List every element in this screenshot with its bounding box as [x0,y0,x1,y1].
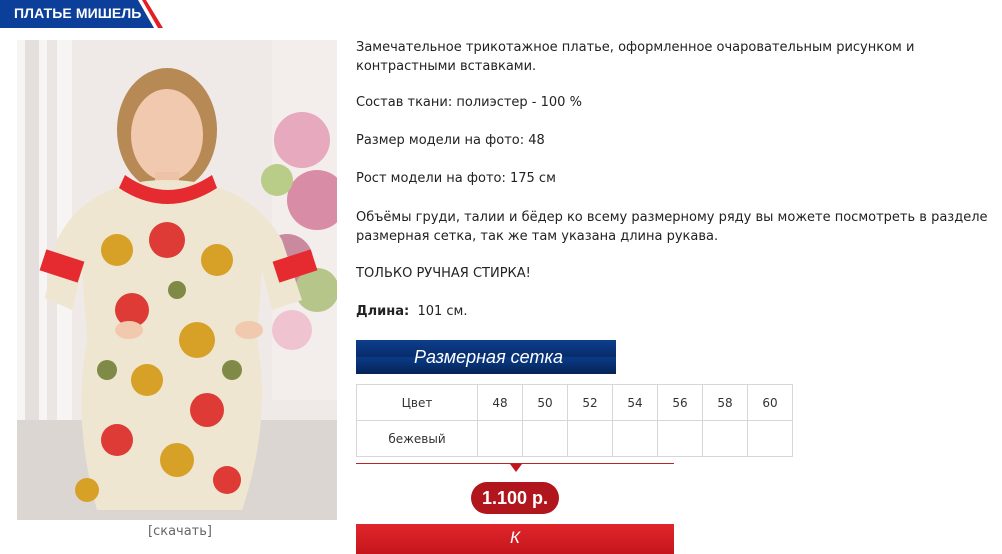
size-chart-button[interactable]: Размерная сетка [356,340,616,374]
product-description: Замечательное трикотажное платье, оформл… [356,40,915,74]
size-cell-48[interactable] [477,420,523,457]
product-title-tab: ПЛАТЬЕ МИШЕЛЬ [0,0,163,28]
size-cell-52[interactable] [567,420,613,457]
buy-button[interactable]: К [356,524,674,554]
size-cell-50[interactable] [522,420,568,457]
product-photo[interactable] [17,40,337,520]
price-badge: 1.100 р. [471,482,559,514]
model-height: Рост модели на фото: 175 см [356,171,556,186]
care-instructions: ТОЛЬКО РУЧНАЯ СТИРКА! [356,266,531,281]
product-title: ПЛАТЬЕ МИШЕЛЬ [14,5,142,21]
size-header-50: 50 [522,384,568,421]
size-header-color: Цвет [356,384,478,421]
length-label: Длина: [356,304,410,319]
size-header-54: 54 [612,384,658,421]
size-table-row: бежевый [356,420,793,457]
down-triangle-icon [510,464,522,472]
color-name: бежевый [356,420,478,457]
size-header-52: 52 [567,384,613,421]
dress-length: Длина: 101 см. [356,302,996,321]
model-size: Размер модели на фото: 48 [356,133,545,148]
size-header-48: 48 [477,384,523,421]
size-cell-58[interactable] [702,420,748,457]
size-header-58: 58 [702,384,748,421]
size-table: Цвет 48 50 52 54 56 58 60 бежевый [356,384,793,457]
size-header-60: 60 [747,384,793,421]
size-cell-56[interactable] [657,420,703,457]
size-cell-60[interactable] [747,420,793,457]
measurements-note: Объёмы груди, талии и бёдер ко всему раз… [356,210,988,244]
size-header-56: 56 [657,384,703,421]
size-table-header: Цвет 48 50 52 54 56 58 60 [356,384,793,421]
length-value: 101 см. [417,304,468,319]
size-cell-54[interactable] [612,420,658,457]
fabric-composition: Состав ткани: полиэстер - 100 % [356,95,582,110]
download-link[interactable]: [скачать] [148,524,212,539]
